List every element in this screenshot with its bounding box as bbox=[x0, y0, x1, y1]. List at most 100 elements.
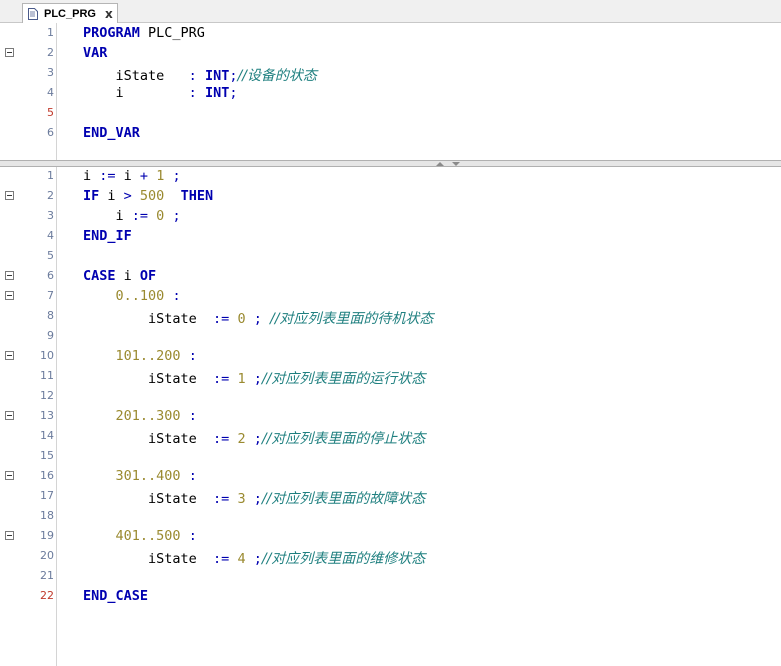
code-line[interactable]: 5 bbox=[0, 247, 781, 267]
code-line[interactable]: 10 101..200 : bbox=[0, 347, 781, 367]
code-line[interactable]: 20 iState := 4 ;//对应列表里面的维修状态 bbox=[0, 547, 781, 567]
code-text[interactable]: iState := 4 ;//对应列表里面的维修状态 bbox=[83, 548, 425, 568]
keyword-token: VAR bbox=[83, 45, 108, 61]
comment-token: //对应列表里面的停止状态 bbox=[261, 431, 426, 447]
fold-toggle-icon[interactable] bbox=[5, 471, 14, 480]
code-line[interactable]: 18 bbox=[0, 507, 781, 527]
operator-token: ; bbox=[253, 551, 262, 567]
line-number: 5 bbox=[47, 249, 54, 262]
code-line[interactable]: 15 bbox=[0, 447, 781, 467]
fold-toggle-icon[interactable] bbox=[5, 411, 14, 420]
code-line[interactable]: 19 401..500 : bbox=[0, 527, 781, 547]
fold-toggle-icon[interactable] bbox=[5, 271, 14, 280]
code-line[interactable]: 4 END_IF bbox=[0, 227, 781, 247]
code-line[interactable]: 9 bbox=[0, 327, 781, 347]
code-text[interactable]: 0..100 : bbox=[83, 288, 181, 304]
implementation-editor[interactable]: 1i := i + 1 ; 2 IF i > 500 THEN 3 i := 0 ; 4… bbox=[0, 167, 781, 666]
code-text[interactable]: VAR bbox=[83, 45, 107, 61]
code-line[interactable]: 11 iState := 1 ;//对应列表里面的运行状态 bbox=[0, 367, 781, 387]
line-number: 7 bbox=[47, 289, 54, 302]
code-text[interactable]: iState := 1 ;//对应列表里面的运行状态 bbox=[83, 368, 425, 388]
code-text[interactable]: iState := 2 ;//对应列表里面的停止状态 bbox=[83, 428, 425, 448]
code-line[interactable]: 22 END_CASE bbox=[0, 587, 781, 607]
code-line[interactable]: 7 0..100 : bbox=[0, 287, 781, 307]
code-line[interactable]: 2 VAR bbox=[0, 44, 781, 64]
code-text[interactable]: END_VAR bbox=[83, 125, 140, 141]
code-line[interactable]: 2 IF i > 500 THEN bbox=[0, 187, 781, 207]
code-text[interactable]: iState := 0 ; //对应列表里面的待机状态 bbox=[83, 308, 433, 328]
code-line[interactable]: 14 iState := 2 ;//对应列表里面的停止状态 bbox=[0, 427, 781, 447]
code-line[interactable]: 3 iState : INT;//设备的状态 bbox=[0, 64, 781, 84]
code-text[interactable]: CASE i OF bbox=[83, 268, 156, 284]
comment-token: //对应列表里面的待机状态 bbox=[269, 311, 434, 327]
line-number: 4 bbox=[47, 86, 54, 99]
keyword-token: END_IF bbox=[83, 228, 132, 244]
code-text[interactable]: 201..300 : bbox=[83, 408, 197, 424]
line-number: 3 bbox=[47, 66, 54, 79]
code-line[interactable]: 17 iState := 3 ;//对应列表里面的故障状态 bbox=[0, 487, 781, 507]
declaration-editor[interactable]: 1 PROGRAM PLC_PRG 2 VAR 3 iState : INT;//设备的… bbox=[0, 23, 781, 160]
keyword-token: END_VAR bbox=[83, 125, 140, 141]
code-line[interactable]: 5 bbox=[0, 104, 781, 124]
fold-toggle-icon[interactable] bbox=[5, 191, 14, 200]
tab-close-icon[interactable]: x bbox=[105, 8, 113, 20]
text-token: i bbox=[115, 268, 140, 284]
line-number: 6 bbox=[47, 269, 54, 282]
code-text[interactable]: i : INT; bbox=[83, 85, 238, 101]
fold-toggle-icon[interactable] bbox=[5, 351, 14, 360]
code-text[interactable]: i := i + 1 ; bbox=[83, 168, 181, 184]
editor-splitter[interactable] bbox=[0, 160, 781, 167]
keyword-token: CASE bbox=[83, 268, 116, 284]
code-text[interactable]: 101..200 : bbox=[83, 348, 197, 364]
operator-token: : bbox=[188, 68, 205, 84]
operator-token: + bbox=[139, 168, 157, 184]
code-line[interactable]: 6 END_VAR bbox=[0, 124, 781, 144]
operator-token: : bbox=[172, 288, 181, 304]
code-line[interactable]: 1 PROGRAM PLC_PRG bbox=[0, 24, 781, 44]
operator-token: ; bbox=[253, 371, 262, 387]
code-line[interactable]: 3 i := 0 ; bbox=[0, 207, 781, 227]
code-text[interactable]: END_IF bbox=[83, 228, 132, 244]
code-line[interactable]: 4 i : INT; bbox=[0, 84, 781, 104]
number-token: 0..100 bbox=[115, 288, 165, 304]
line-number: 15 bbox=[40, 449, 54, 462]
fold-toggle-icon[interactable] bbox=[5, 291, 14, 300]
comment-token: //对应列表里面的运行状态 bbox=[261, 371, 426, 387]
code-line[interactable]: 21 bbox=[0, 567, 781, 587]
keyword-token: END_CASE bbox=[83, 588, 149, 604]
code-text[interactable]: iState := 3 ;//对应列表里面的故障状态 bbox=[83, 488, 425, 508]
operator-token: > bbox=[123, 188, 140, 204]
code-line[interactable]: 16 301..400 : bbox=[0, 467, 781, 487]
code-line[interactable]: 12 bbox=[0, 387, 781, 407]
keyword-token: OF bbox=[139, 268, 157, 284]
code-line[interactable]: 1 i := i + 1 ; bbox=[0, 167, 781, 187]
document-icon bbox=[28, 7, 38, 20]
code-line[interactable]: 13 201..300 : bbox=[0, 407, 781, 427]
code-line[interactable]: 6 CASE i OF bbox=[0, 267, 781, 287]
code-text[interactable]: 301..400 : bbox=[83, 468, 197, 484]
line-number: 1 bbox=[47, 26, 54, 39]
code-text[interactable]: 401..500 : bbox=[83, 528, 197, 544]
operator-token: := bbox=[131, 208, 157, 224]
line-number: 2 bbox=[47, 189, 54, 202]
code-text[interactable]: END_CASE bbox=[83, 588, 148, 604]
code-text[interactable]: PROGRAM PLC_PRG bbox=[83, 25, 205, 41]
code-text[interactable]: iState : INT;//设备的状态 bbox=[83, 65, 317, 85]
comment-token: //对应列表里面的维修状态 bbox=[261, 551, 426, 567]
fold-toggle-icon[interactable] bbox=[5, 48, 14, 57]
fold-toggle-icon[interactable] bbox=[5, 531, 14, 540]
code-text[interactable]: IF i > 500 THEN bbox=[83, 188, 213, 204]
code-line[interactable]: 8 iState := 0 ; //对应列表里面的待机状态 bbox=[0, 307, 781, 327]
line-number: 6 bbox=[47, 126, 54, 139]
code-text[interactable]: i := 0 ; bbox=[83, 208, 181, 224]
tab-plc-prg[interactable]: PLC_PRG x bbox=[22, 3, 118, 23]
